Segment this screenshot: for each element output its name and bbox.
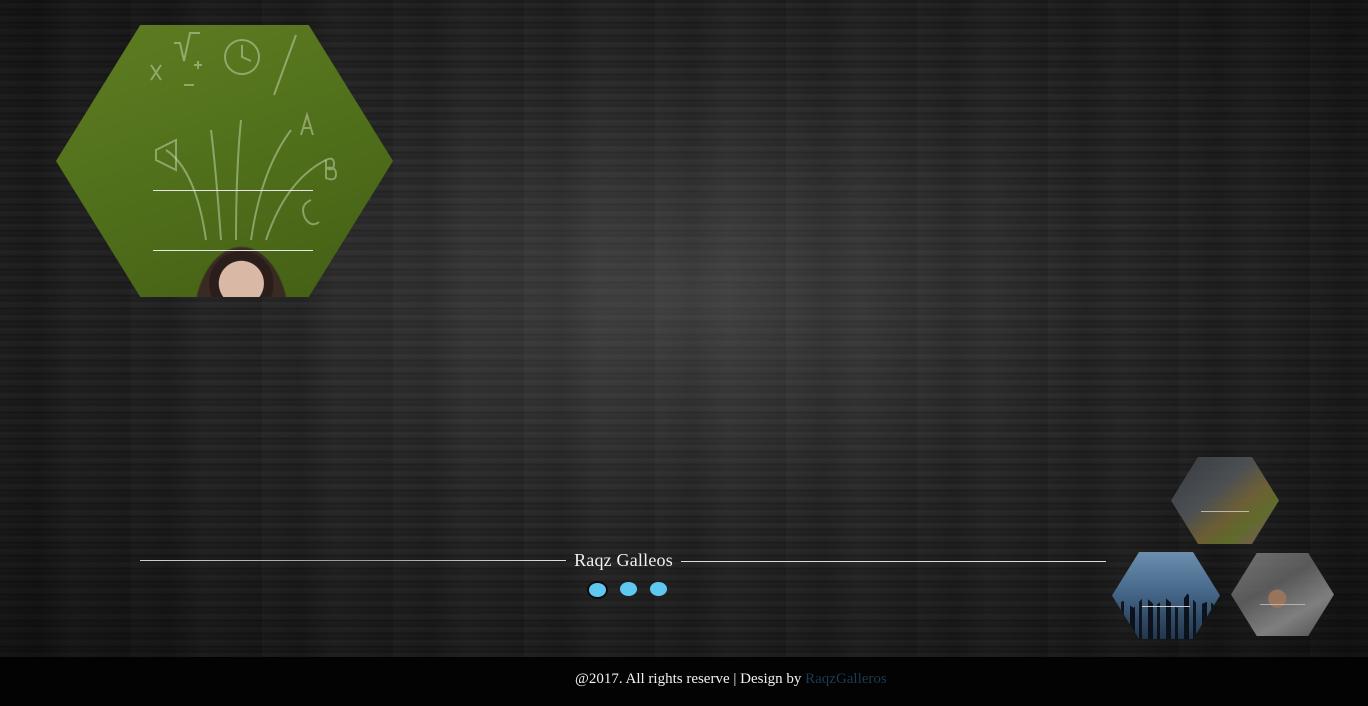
team-silhouette-image	[1112, 593, 1220, 639]
title-divider-left	[140, 560, 566, 561]
slider-dot-3[interactable]	[650, 582, 667, 596]
slider-dot-1[interactable]	[587, 581, 608, 599]
slider-dot-2[interactable]	[620, 582, 637, 596]
footer-copyright: @2017. All rights reserve | Design by	[575, 671, 806, 687]
hex-caption-line-top	[153, 190, 313, 191]
page-background: Raqz Galleos	[0, 0, 1368, 657]
site-title: Raqz Galleos	[574, 550, 673, 570]
chalk-doodle-illustration	[150, 32, 338, 241]
thumbnail-line	[1259, 604, 1306, 606]
thumbnail-line	[1142, 605, 1190, 607]
featured-hexagon-image[interactable]	[56, 25, 393, 297]
title-divider-right	[681, 561, 1106, 562]
designer-credit-link[interactable]: RaqzGalleros	[805, 671, 887, 687]
thumbnail-hexagon-2[interactable]	[1112, 552, 1220, 639]
footer: @2017. All rights reserve | Design by Ra…	[0, 657, 1368, 706]
hex-caption-line-bottom	[153, 250, 313, 251]
thumbnail-line	[1201, 510, 1249, 512]
thumbnail-hexagon-3[interactable]	[1231, 553, 1334, 636]
thumbnail-hexagon-1[interactable]	[1171, 457, 1279, 544]
